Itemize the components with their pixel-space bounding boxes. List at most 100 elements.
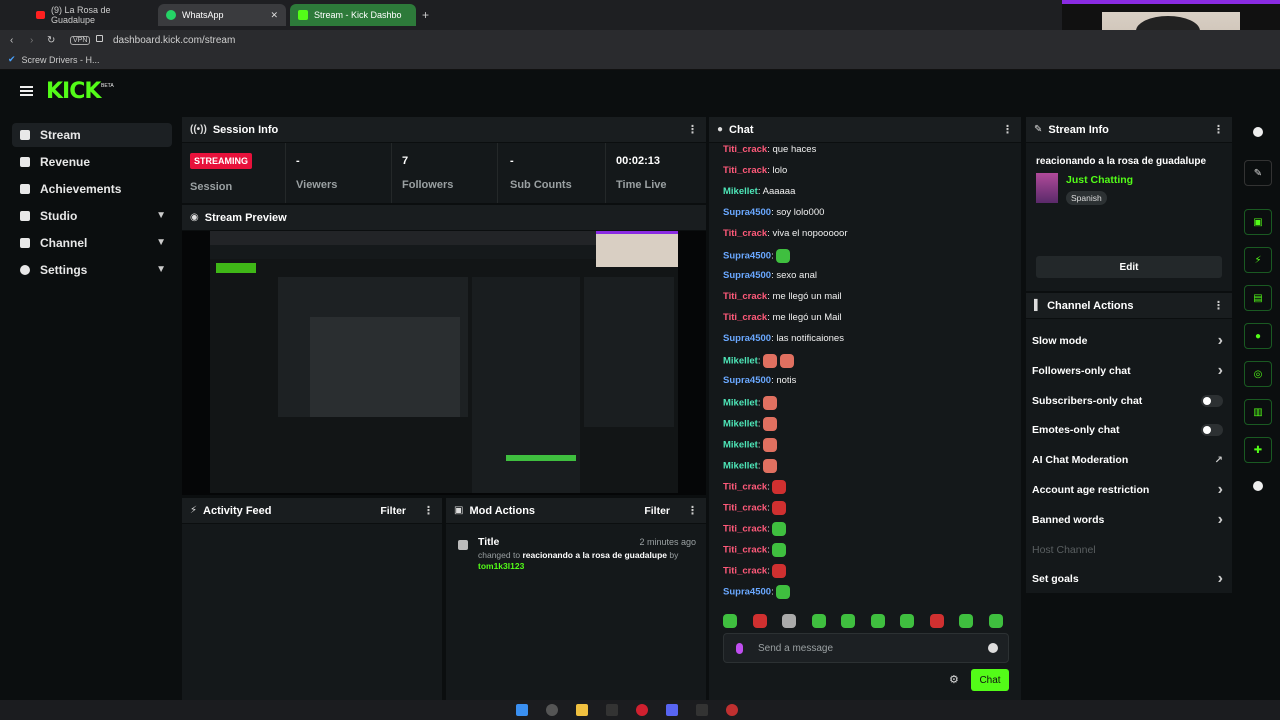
sidebar-item-achievements[interactable]: Achievements — [12, 177, 172, 201]
steam-icon[interactable] — [726, 704, 738, 716]
wrench-icon[interactable]: ✚ — [1244, 437, 1272, 463]
broadcast-icon[interactable]: ◎ — [1244, 361, 1272, 387]
chat-username[interactable]: Mikellet — [723, 398, 758, 409]
send-chat-button[interactable]: Chat — [971, 669, 1009, 691]
chat-username[interactable]: Supra4500 — [723, 270, 771, 281]
sidebar-item-channel[interactable]: Channel ▼ — [12, 231, 172, 255]
document-icon[interactable]: ▤ — [1244, 285, 1272, 311]
tab-youtube[interactable]: (9) La Rosa de Guadalupe — [28, 4, 154, 26]
chat-username[interactable]: Titi_crack — [723, 291, 767, 302]
emote-picker-icon[interactable] — [988, 614, 1003, 628]
category-link[interactable]: Just Chatting — [1066, 174, 1133, 186]
chat-username[interactable]: Supra4500 — [723, 207, 771, 218]
emote-icon — [772, 480, 787, 494]
chat-username[interactable]: Mikellet — [723, 440, 758, 451]
channel-action-ai-chat-moderation[interactable]: AI Chat Moderation ↗ — [1032, 450, 1227, 470]
chat-username[interactable]: Titi_crack — [723, 482, 767, 493]
chat-username[interactable]: Supra4500 — [723, 333, 771, 344]
channel-action-banned-words[interactable]: Banned words › — [1032, 510, 1227, 530]
hamburger-menu-icon[interactable] — [20, 86, 33, 96]
emote-picker-icon[interactable] — [841, 614, 855, 628]
chat-username[interactable]: Mikellet — [723, 461, 758, 472]
emote-picker-icon[interactable] — [870, 614, 885, 628]
chat-username[interactable]: Titi_crack — [723, 524, 767, 535]
chat-username[interactable]: Titi_crack — [723, 144, 767, 155]
channel-action-slow-mode[interactable]: Slow mode › — [1032, 331, 1227, 351]
chat-username[interactable]: Mikellet — [723, 356, 758, 367]
lightning-icon[interactable]: ⚡ — [1244, 247, 1272, 273]
camera-icon[interactable]: ▣ — [1244, 209, 1272, 235]
chat-username[interactable]: Titi_crack — [723, 312, 767, 323]
moderation-icon[interactable]: ▥ — [1244, 399, 1272, 425]
more-options-icon[interactable]: ⋮ — [687, 504, 698, 517]
kick-logo[interactable]: KICK — [46, 79, 101, 104]
reload-icon[interactable]: ↻ — [47, 35, 55, 46]
chat-username[interactable]: Titi_crack — [723, 503, 767, 514]
more-options-icon[interactable]: ⋮ — [1213, 299, 1224, 312]
opera-icon[interactable] — [636, 704, 648, 716]
sidebar-item-stream[interactable]: Stream — [12, 123, 172, 147]
sidebar-item-revenue[interactable]: Revenue — [12, 150, 172, 174]
url-field[interactable]: dashboard.kick.com/stream — [113, 35, 235, 46]
emote-picker-icon[interactable] — [782, 614, 796, 628]
back-icon[interactable]: ‹ — [10, 35, 13, 46]
more-options-icon[interactable]: ⋮ — [1002, 123, 1013, 136]
channel-action-subscribers-only-chat[interactable]: Subscribers-only chat — [1032, 391, 1227, 411]
emote-picker-icon[interactable] — [752, 614, 767, 628]
chat-username[interactable]: Supra4500 — [723, 251, 771, 262]
chat-settings-gear-icon[interactable]: ⚙ — [949, 673, 959, 686]
microphone-icon[interactable] — [736, 643, 743, 654]
chat-username[interactable]: Titi_crack — [723, 545, 767, 556]
more-options-icon[interactable]: ⋮ — [687, 123, 698, 136]
chat-username[interactable]: Titi_crack — [723, 566, 767, 577]
panel-header: ◉ Stream Preview — [182, 205, 706, 231]
folder-icon[interactable] — [576, 704, 588, 716]
emote-picker-icon[interactable] — [723, 614, 737, 628]
chat-username[interactable]: Mikellet — [723, 186, 758, 197]
toggle-switch[interactable] — [1201, 394, 1223, 407]
bookmark-item[interactable]: Screw Drivers - H... — [22, 55, 100, 65]
emoji-icon[interactable] — [988, 643, 998, 653]
chat-username[interactable]: Supra4500 — [723, 375, 771, 386]
edit-button[interactable]: Edit — [1036, 256, 1222, 278]
forward-icon[interactable]: › — [30, 35, 33, 46]
channel-action-set-goals[interactable]: Set goals › — [1032, 569, 1227, 589]
tab-kick[interactable]: Stream - Kick Dashbo — [290, 4, 416, 26]
emote-picker-icon[interactable] — [959, 614, 973, 628]
mod-entry-time: 2 minutes ago — [639, 537, 696, 547]
stat-label: Time Live — [616, 179, 667, 191]
emote-picker-icon[interactable] — [900, 614, 914, 628]
channel-action-followers-only-chat[interactable]: Followers-only chat › — [1032, 361, 1227, 381]
close-tab-icon[interactable]: ✕ — [270, 10, 278, 21]
grid-icon[interactable] — [1253, 481, 1263, 491]
new-tab-icon[interactable]: + — [422, 8, 429, 22]
chat-username[interactable]: Supra4500 — [723, 587, 771, 598]
emote-picker-icon[interactable] — [811, 614, 826, 628]
epic-games-icon[interactable] — [606, 704, 618, 716]
vpn-badge[interactable]: VPN — [70, 35, 91, 45]
sidebar-item-studio[interactable]: Studio ▼ — [12, 204, 172, 228]
filter-button[interactable]: Filter — [380, 505, 406, 517]
chat-username[interactable]: Mikellet — [723, 419, 758, 430]
message-input[interactable]: Send a message — [723, 633, 1009, 663]
channel-action-account-age-restriction[interactable]: Account age restriction › — [1032, 480, 1227, 500]
channel-action-emotes-only-chat[interactable]: Emotes-only chat — [1032, 420, 1227, 440]
chat-username[interactable]: Titi_crack — [723, 165, 767, 176]
chat-icon[interactable]: ● — [1244, 323, 1272, 349]
more-options-icon[interactable]: ⋮ — [423, 504, 434, 517]
toggle-switch[interactable] — [1201, 424, 1223, 437]
tab-whatsapp[interactable]: WhatsApp ✕ — [158, 4, 286, 26]
more-options-icon[interactable]: ⋮ — [1213, 123, 1224, 136]
info-icon[interactable] — [1253, 127, 1263, 137]
preview-video[interactable] — [210, 231, 678, 493]
epic-launcher-icon[interactable] — [696, 704, 708, 716]
emote-picker-icon[interactable] — [929, 614, 944, 628]
search-icon[interactable] — [546, 704, 558, 716]
chat-username[interactable]: Titi_crack — [723, 228, 767, 239]
sidebar-item-settings[interactable]: Settings ▼ — [12, 258, 172, 282]
filter-button[interactable]: Filter — [644, 505, 670, 517]
mod-entry-user[interactable]: tom1k3l123 — [478, 561, 524, 571]
pencil-icon[interactable]: ✎ — [1244, 160, 1272, 186]
windows-start-icon[interactable] — [516, 704, 528, 716]
discord-icon[interactable] — [666, 704, 678, 716]
